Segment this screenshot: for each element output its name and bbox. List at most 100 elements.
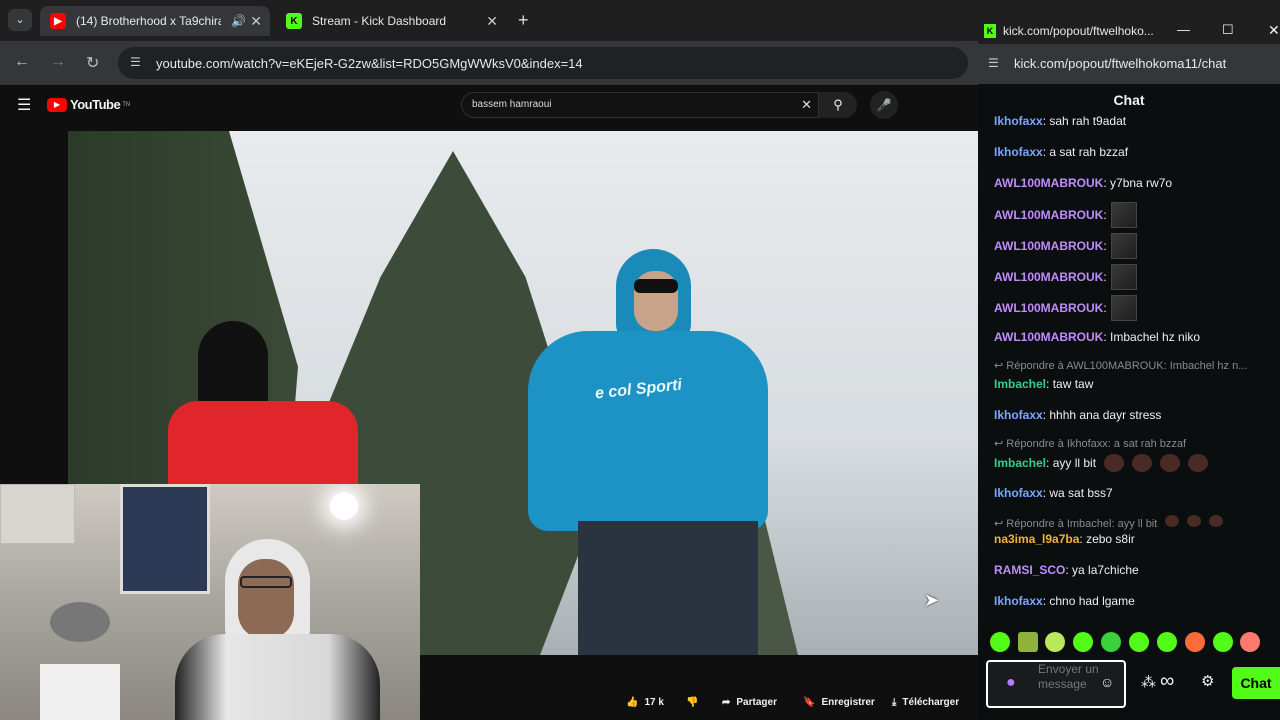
chat-emote-image [1188, 454, 1209, 472]
chat-username[interactable]: Imbachel [994, 377, 1046, 391]
tab-close-icon[interactable]: ✕ [486, 13, 498, 30]
chat-username[interactable]: AWL100MABROUK [994, 330, 1103, 344]
clear-search-icon[interactable]: ✕ [801, 97, 812, 113]
share-button[interactable]: ➦ Partager [722, 688, 777, 716]
chat-input-placeholder: Envoyer un message [1038, 662, 1099, 691]
webcam-person-face [238, 559, 294, 639]
search-icon: ⚲ [833, 97, 843, 112]
close-window-icon[interactable]: ✕ [1268, 22, 1280, 39]
like-button[interactable]: 👍 17 k [626, 688, 664, 716]
speaker-icon: 🔊 [231, 14, 246, 28]
chat-message: Ikhofaxx: hhhh ana dayr stress [994, 408, 1162, 422]
maximize-icon[interactable]: ☐ [1222, 22, 1234, 38]
reload-icon[interactable]: ↻ [86, 53, 99, 73]
chat-reply-context[interactable]: ↩ Répondre à Imbachel: ayy ll bit [994, 515, 1276, 530]
chat-message-list[interactable]: Ikhofaxx: sah rah t9adat Ikhofaxx: a sat… [978, 116, 1280, 626]
chat-username[interactable]: Ikhofaxx [994, 116, 1043, 128]
minimize-icon[interactable]: — [1177, 22, 1190, 37]
chat-text: ayy ll bit [1052, 456, 1097, 470]
chat-username[interactable]: Ikhofaxx [994, 594, 1043, 608]
voice-search-button[interactable]: 🎤 [870, 91, 898, 119]
save-button[interactable]: 🔖 Enregistrer [803, 688, 875, 716]
tab-close-icon[interactable]: ✕ [250, 13, 262, 30]
chat-emote-image [1160, 454, 1181, 472]
chat-message: Ikhofaxx: sah rah t9adat [994, 116, 1127, 128]
chat-message: Imbachel: taw taw [994, 377, 1094, 391]
emote-icon[interactable] [1185, 632, 1205, 652]
video-action-bar: 👍 17 k 👎 ➦ Partager 🔖 Enregistrer ⤓ Télé… [420, 655, 978, 720]
emote-icon[interactable] [1101, 632, 1121, 652]
search-input[interactable]: bassem hamraoui ✕ [461, 92, 819, 118]
chat-reply-context[interactable]: ↩ Répondre à Ikhofaxx: a sat rah bzzaf [994, 437, 1276, 450]
download-button[interactable]: ⤓ Télécharger [892, 688, 959, 716]
webcam-overlay [0, 484, 420, 720]
youtube-logo-icon: ▶ [47, 97, 67, 112]
youtube-logo[interactable]: ▶ YouTube TN [47, 97, 130, 112]
site-info-icon[interactable]: ☰ [988, 56, 999, 70]
address-bar[interactable]: ☰ youtube.com/watch?v=eKEjeR-G2zw&list=R… [118, 47, 968, 79]
menu-icon[interactable]: ☰ [17, 95, 31, 115]
thumbs-down-icon: 👎 [686, 696, 699, 708]
kick-favicon-icon: K [286, 13, 302, 29]
chat-message: AWL100MABROUK: [994, 295, 1137, 321]
chat-username[interactable]: AWL100MABROUK [994, 176, 1103, 190]
like-count: 17 k [644, 696, 664, 708]
forward-icon[interactable]: → [50, 53, 66, 71]
webcam-washer [40, 664, 120, 720]
chat-title: Chat [978, 84, 1280, 116]
chat-username[interactable]: AWL100MABROUK [994, 208, 1103, 222]
search-button[interactable]: ⚲ [819, 92, 857, 118]
chat-emote-image [1187, 515, 1202, 527]
youtube-header: ☰ ▶ YouTube TN bassem hamraoui ✕ ⚲ 🎤 [0, 85, 978, 125]
tab-youtube[interactable]: ▶ (14) Brotherhood x Ta9chira 🔊 ✕ [40, 6, 270, 36]
chat-message-input[interactable]: ● Envoyer un message ☺ [986, 660, 1126, 708]
chat-text: taw taw [1052, 377, 1094, 391]
chat-text: wa sat bss7 [1049, 486, 1113, 500]
chat-username[interactable]: Imbachel [994, 456, 1046, 470]
dislike-button[interactable]: 👎 [686, 688, 698, 716]
chat-username[interactable]: Ikhofaxx [994, 145, 1043, 159]
chat-message: AWL100MABROUK: Imbachel hz niko [994, 330, 1201, 344]
youtube-favicon-icon: ▶ [50, 13, 66, 29]
tab-search-dropdown[interactable]: ⌄ [8, 9, 32, 31]
emote-icon[interactable] [1129, 632, 1149, 652]
bookmark-icon: 🔖 [803, 696, 816, 708]
video-person-right-pants [578, 521, 758, 655]
webcam-person-jacket [175, 634, 380, 720]
microphone-icon[interactable]: ● [1006, 674, 1016, 692]
microphone-icon: 🎤 [876, 98, 892, 112]
chat-username[interactable]: AWL100MABROUK [994, 301, 1103, 315]
emote-icon[interactable] [1240, 632, 1260, 652]
chat-emote-image [1110, 202, 1137, 228]
infinity-icon[interactable]: ∞ [1160, 670, 1174, 693]
reply-text: Répondre à Imbachel: ayy ll bit [1006, 518, 1158, 530]
kick-address-bar[interactable]: ☰ kick.com/popout/ftwelhokoma11/chat [978, 44, 1280, 84]
emote-icon[interactable] [990, 632, 1010, 652]
tab-kick-dashboard[interactable]: K Stream - Kick Dashboard ✕ [276, 6, 506, 36]
chat-username[interactable]: AWL100MABROUK [994, 239, 1103, 253]
video-person-right-sunglasses [634, 279, 678, 293]
emote-icon[interactable] [1157, 632, 1177, 652]
reply-text: Répondre à AWL100MABROUK: Imbachel hz n.… [1006, 360, 1248, 372]
chat-reply-context[interactable]: ↩ Répondre à AWL100MABROUK: Imbachel hz … [994, 359, 1276, 372]
chat-username[interactable]: RAMSI_SCO [994, 563, 1065, 577]
emote-icon[interactable] [1018, 632, 1038, 652]
chat-message: Imbachel: ayy ll bit [994, 454, 1209, 472]
emote-icon[interactable] [1045, 632, 1065, 652]
emote-icon[interactable] [1213, 632, 1233, 652]
site-info-icon[interactable]: ☰ [130, 55, 141, 69]
chat-send-button[interactable]: Chat [1232, 667, 1280, 699]
chat-text: a sat rah bzzaf [1049, 145, 1129, 159]
chat-username[interactable]: Ikhofaxx [994, 408, 1043, 422]
chat-username[interactable]: na3ima_l9a7ba [994, 532, 1079, 546]
new-tab-button[interactable]: + [518, 10, 529, 31]
emote-icon[interactable] [1073, 632, 1093, 652]
back-icon[interactable]: ← [14, 53, 30, 71]
youtube-logo-region: TN [122, 101, 131, 108]
emoji-picker-icon[interactable]: ☺ [1100, 674, 1114, 690]
settings-icon[interactable]: ⚙ [1201, 672, 1214, 690]
chat-username[interactable]: AWL100MABROUK [994, 270, 1103, 284]
kick-coins-icon[interactable]: ⁂ [1141, 673, 1156, 691]
chat-username[interactable]: Ikhofaxx [994, 486, 1043, 500]
address-bar-url: youtube.com/watch?v=eKEjeR-G2zw&list=RDO… [156, 55, 583, 71]
